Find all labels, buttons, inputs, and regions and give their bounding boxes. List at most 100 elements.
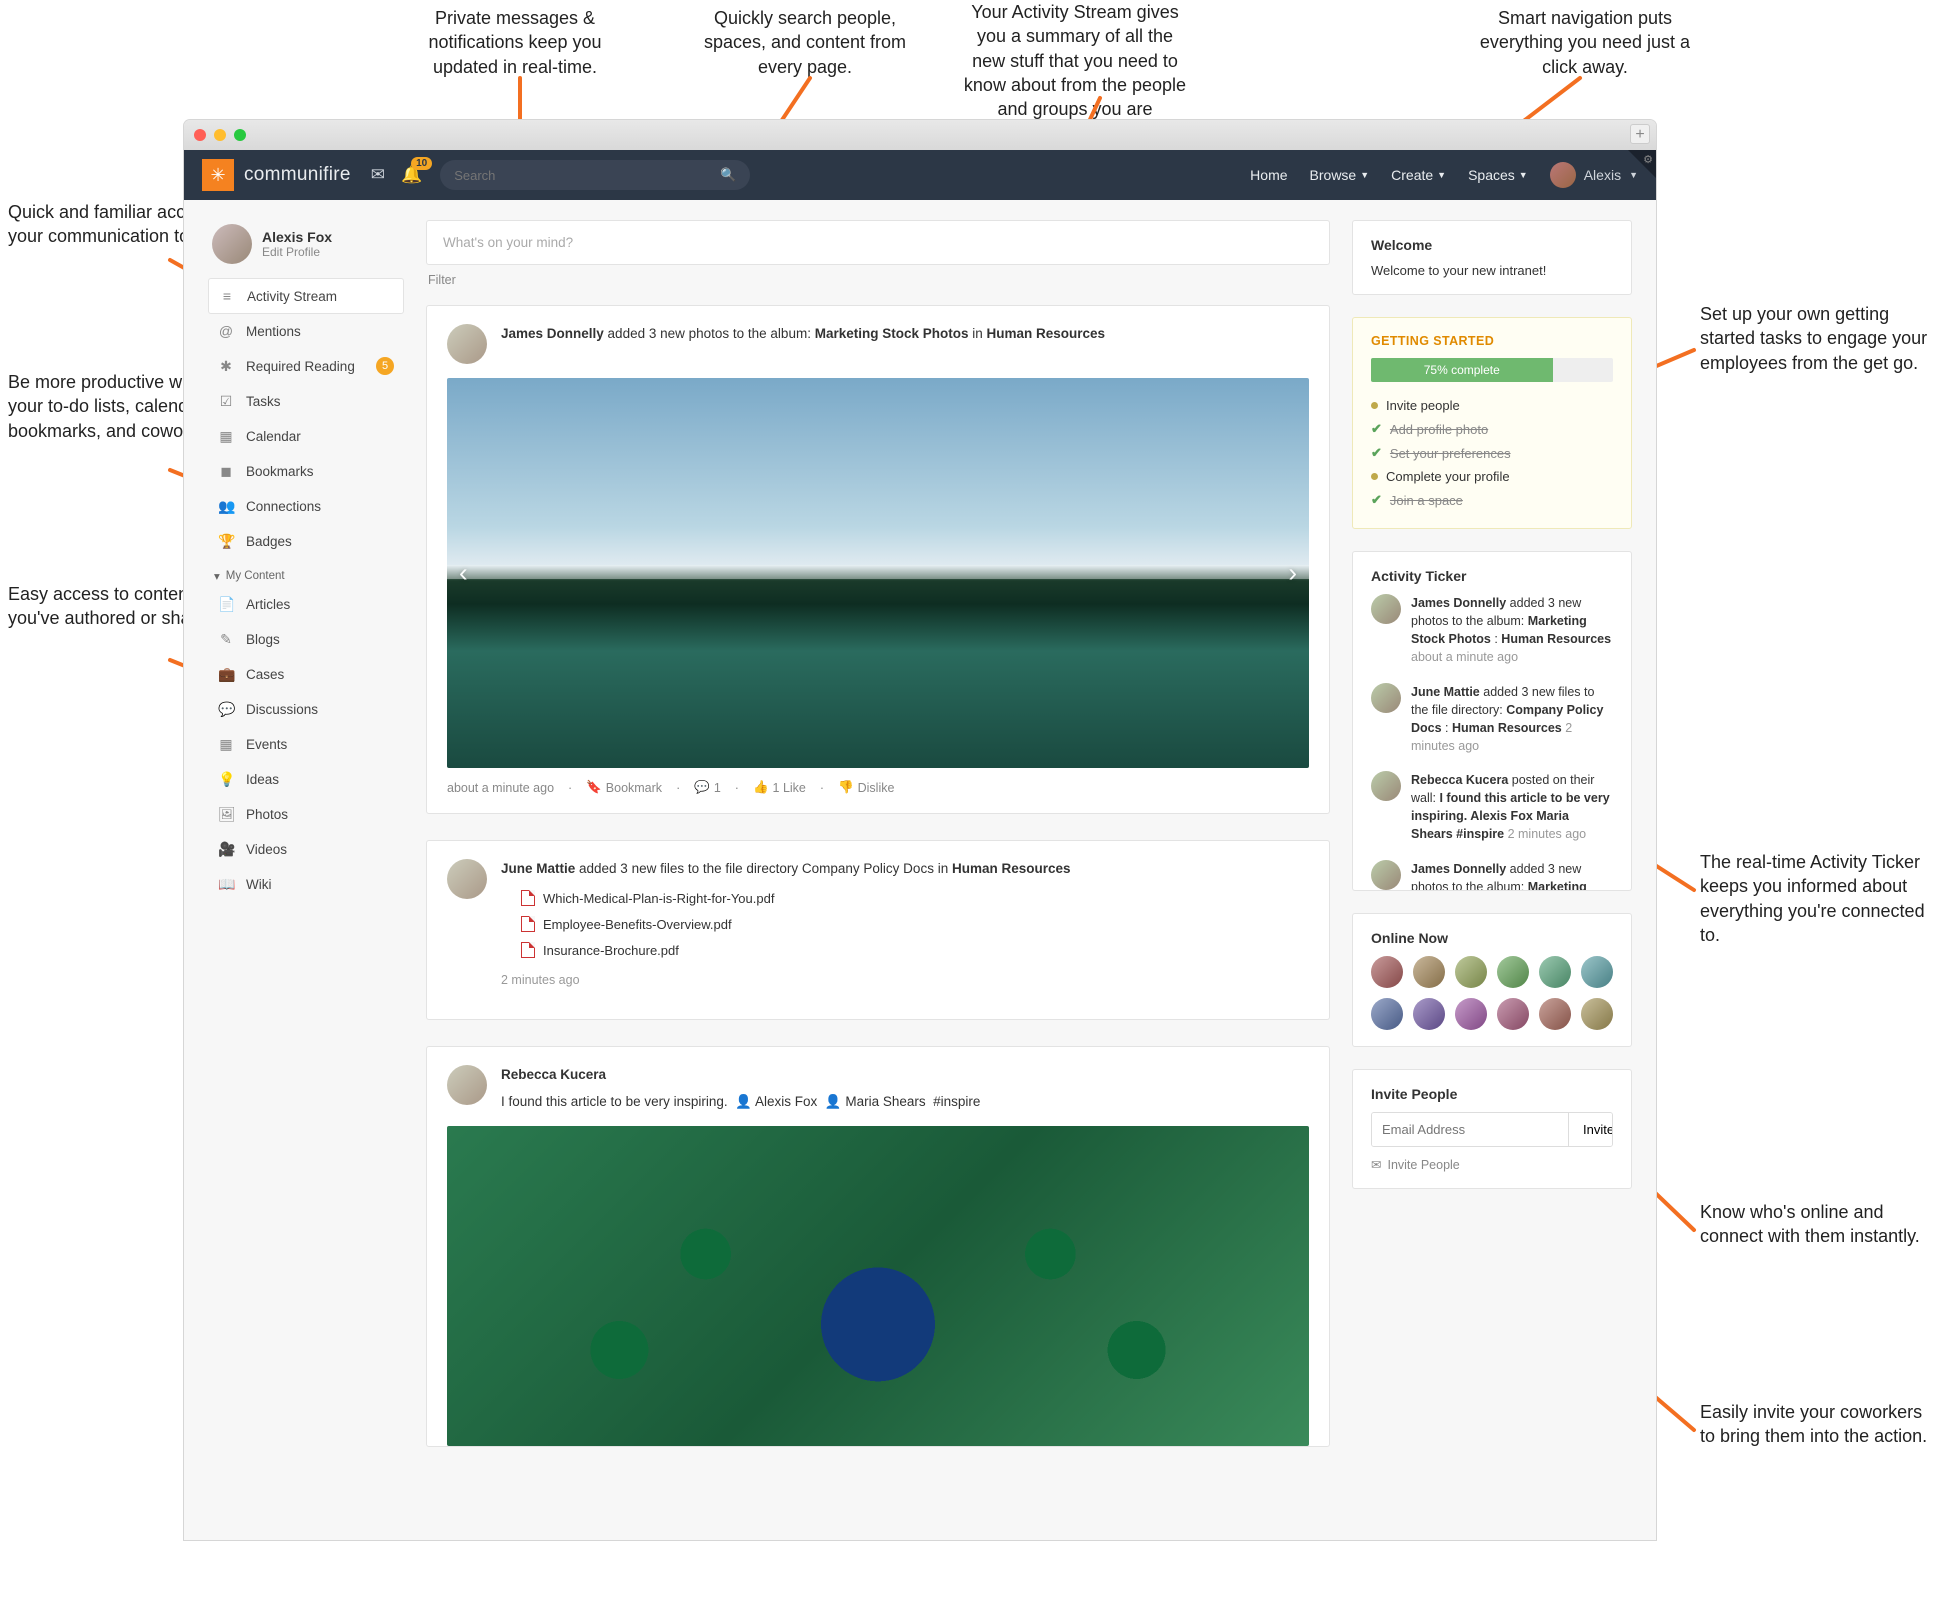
online-avatar[interactable] — [1497, 956, 1529, 988]
online-avatar[interactable] — [1371, 956, 1403, 988]
chevron-left-icon[interactable]: ‹ — [459, 558, 468, 589]
sidebar-item-activity-stream[interactable]: ≡Activity Stream — [208, 278, 404, 314]
sidebar-item-wiki[interactable]: 📖Wiki — [208, 867, 404, 902]
chevron-right-icon[interactable]: › — [1288, 558, 1297, 589]
notification-count-badge: 10 — [411, 157, 432, 170]
check-icon: ✔ — [1371, 421, 1382, 437]
online-avatar[interactable] — [1497, 998, 1529, 1030]
user-menu[interactable]: Alexis▼ — [1550, 162, 1638, 188]
gs-task[interactable]: Complete your profile — [1371, 465, 1613, 488]
window-close-dot[interactable] — [194, 129, 206, 141]
gs-task[interactable]: ✔Join a space — [1371, 488, 1613, 512]
gs-task[interactable]: ✔Set your preferences — [1371, 441, 1613, 465]
callout-search: Quickly search people, spaces, and conte… — [690, 6, 920, 79]
sidebar-item-required-reading[interactable]: ✱Required Reading5 — [208, 348, 404, 384]
invite-email-input[interactable] — [1372, 1113, 1568, 1146]
pdf-icon — [521, 890, 535, 906]
post-image[interactable]: ‹ › — [447, 378, 1309, 768]
online-avatar[interactable] — [1581, 998, 1613, 1030]
online-avatar[interactable] — [1413, 956, 1445, 988]
sidebar-item-cases[interactable]: 💼Cases — [208, 657, 404, 692]
invite-button[interactable]: Invite — [1568, 1113, 1613, 1146]
settings-corner[interactable]: ⚙ — [1628, 150, 1656, 178]
nav-create[interactable]: Create▼ — [1391, 167, 1446, 183]
dislike-button[interactable]: 👎 Dislike — [838, 780, 894, 795]
post-image[interactable] — [447, 1126, 1309, 1446]
file-item[interactable]: Employee-Benefits-Overview.pdf — [521, 911, 1309, 937]
ticker-item[interactable]: James Donnelly added 3 new photos to the… — [1371, 594, 1613, 667]
sidebar-icon: ≡ — [219, 288, 235, 304]
online-avatar[interactable] — [1539, 998, 1571, 1030]
avatar[interactable] — [447, 1065, 487, 1105]
avatar — [1550, 162, 1576, 188]
notifications-icon[interactable]: 🔔 10 — [401, 165, 422, 185]
online-avatar[interactable] — [1581, 956, 1613, 988]
sidebar-item-articles[interactable]: 📄Articles — [208, 587, 404, 622]
invite-people-link[interactable]: ✉Invite People — [1371, 1157, 1613, 1172]
nav-browse[interactable]: Browse▼ — [1310, 167, 1370, 183]
sidebar-item-events[interactable]: ▦Events — [208, 727, 404, 762]
post-author: Rebecca Kucera — [501, 1065, 1309, 1085]
avatar[interactable] — [447, 859, 487, 899]
nav-spaces[interactable]: Spaces▼ — [1468, 167, 1528, 183]
sidebar-icon: 💡 — [218, 771, 234, 788]
sidebar-item-badges[interactable]: 🏆Badges — [208, 524, 404, 559]
online-avatar[interactable] — [1455, 956, 1487, 988]
activity-post: June Mattie added 3 new files to the fil… — [426, 840, 1330, 1020]
sidebar-item-bookmarks[interactable]: ◼Bookmarks — [208, 454, 404, 489]
person-icon: 👤 — [735, 1094, 752, 1109]
invite-panel: Invite People Invite ✉Invite People — [1352, 1069, 1632, 1189]
online-avatar[interactable] — [1413, 998, 1445, 1030]
sidebar-item-calendar[interactable]: ▦Calendar — [208, 419, 404, 454]
bullet-icon — [1371, 402, 1378, 409]
ticker-item[interactable]: June Mattie added 3 new files to the fil… — [1371, 683, 1613, 756]
file-item[interactable]: Which-Medical-Plan-is-Right-for-You.pdf — [521, 885, 1309, 911]
sidebar-icon: 🖼 — [218, 806, 234, 823]
file-item[interactable]: Insurance-Brochure.pdf — [521, 937, 1309, 963]
search-input[interactable] — [454, 168, 720, 183]
comments-button[interactable]: 💬 1 — [694, 780, 721, 795]
pdf-icon — [521, 916, 535, 932]
gs-task[interactable]: Invite people — [1371, 394, 1613, 417]
window-min-dot[interactable] — [214, 129, 226, 141]
search-icon[interactable]: 🔍 — [720, 167, 736, 183]
sidebar-icon: 📄 — [218, 596, 234, 613]
window-titlebar: + — [184, 120, 1656, 150]
sidebar-item-connections[interactable]: 👥Connections — [208, 489, 404, 524]
new-tab-button[interactable]: + — [1630, 124, 1650, 144]
sidebar-icon: 🏆 — [218, 533, 234, 550]
online-avatar[interactable] — [1371, 998, 1403, 1030]
sidebar: Alexis Fox Edit Profile ≡Activity Stream… — [208, 220, 404, 1520]
sidebar-item-tasks[interactable]: ☑Tasks — [208, 384, 404, 419]
nav-home[interactable]: Home — [1250, 167, 1287, 183]
post-body: I found this article to be very inspirin… — [501, 1092, 1309, 1112]
composer-input[interactable]: What's on your mind? — [426, 220, 1330, 265]
bookmark-button[interactable]: 🔖 Bookmark — [586, 780, 662, 795]
sidebar-item-blogs[interactable]: ✎Blogs — [208, 622, 404, 657]
avatar[interactable] — [447, 324, 487, 364]
online-avatar[interactable] — [1455, 998, 1487, 1030]
window-max-dot[interactable] — [234, 129, 246, 141]
ticker-item[interactable]: Rebecca Kucera posted on their wall: I f… — [1371, 771, 1613, 844]
like-button[interactable]: 👍 1 Like — [753, 780, 806, 795]
edit-profile-link[interactable]: Edit Profile — [262, 245, 332, 259]
filter-link[interactable]: Filter — [428, 273, 1328, 287]
brand[interactable]: ✳ communifire — [202, 159, 351, 191]
ticker-item[interactable]: James Donnelly added 3 new photos to the… — [1371, 860, 1613, 892]
search-box[interactable]: 🔍 — [440, 160, 750, 190]
avatar — [1371, 594, 1401, 624]
online-avatar[interactable] — [1539, 956, 1571, 988]
sidebar-item-photos[interactable]: 🖼Photos — [208, 797, 404, 832]
sidebar-item-mentions[interactable]: @Mentions — [208, 314, 404, 348]
profile-name: Alexis Fox — [262, 229, 332, 245]
panel-title: Activity Ticker — [1371, 568, 1613, 584]
sidebar-icon: ◼ — [218, 463, 234, 480]
avatar[interactable] — [212, 224, 252, 264]
sidebar-section-mycontent[interactable]: ▾My Content — [208, 559, 404, 587]
sidebar-item-discussions[interactable]: 💬Discussions — [208, 692, 404, 727]
gs-task[interactable]: ✔Add profile photo — [1371, 417, 1613, 441]
sidebar-item-videos[interactable]: 🎥Videos — [208, 832, 404, 867]
sidebar-item-ideas[interactable]: 💡Ideas — [208, 762, 404, 797]
messages-icon[interactable]: ✉ — [371, 165, 385, 185]
person-icon: 👤 — [825, 1094, 842, 1109]
